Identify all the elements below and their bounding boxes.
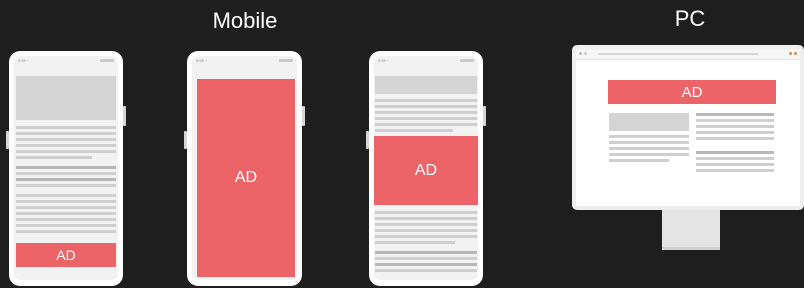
side-button <box>123 106 126 126</box>
ad-top-banner[interactable]: AD <box>608 80 776 104</box>
status-time: 9:59 ⁃ <box>196 58 207 63</box>
text-line <box>375 263 477 266</box>
text-line <box>696 131 774 134</box>
text-line <box>375 117 477 120</box>
status-bar: 9:59 ⁃ <box>14 56 118 66</box>
text-line <box>696 137 774 140</box>
text-line <box>16 156 92 159</box>
side-button <box>6 131 9 149</box>
browser-dot <box>794 52 797 55</box>
status-time: 9:59 ⁃ <box>378 58 389 63</box>
text-line <box>609 147 689 150</box>
text-line <box>375 211 477 214</box>
text-line <box>375 251 477 254</box>
text-line <box>16 218 116 221</box>
window-dot <box>579 52 582 55</box>
text-line <box>16 184 116 187</box>
image-placeholder <box>375 76 477 94</box>
text-line <box>16 132 116 135</box>
text-line <box>16 166 116 169</box>
text-line <box>16 138 116 141</box>
status-icons <box>279 59 293 62</box>
text-line <box>16 144 116 147</box>
text-line <box>16 224 116 227</box>
text-line <box>375 257 477 260</box>
text-line <box>696 169 774 172</box>
text-line <box>16 178 116 181</box>
text-line <box>16 150 116 153</box>
text-line <box>696 157 774 160</box>
monitor-stand <box>662 210 720 250</box>
text-line <box>696 125 774 128</box>
phone-screen: 9:59 ⁃ AD <box>14 56 118 280</box>
pc-monitor: AD <box>572 45 804 210</box>
stand-base <box>662 247 720 250</box>
status-bar: 9:59 ⁃ <box>192 56 297 66</box>
ad-fullscreen[interactable]: AD <box>197 79 295 277</box>
ad-banner[interactable]: AD <box>16 243 116 267</box>
text-line <box>16 172 116 175</box>
phone-bottom-ad: 9:59 ⁃ AD <box>6 51 126 286</box>
text-line <box>375 223 477 226</box>
side-button <box>184 131 187 149</box>
phone-incontent-ad: 9:59 ⁃ AD <box>366 51 486 286</box>
text-line <box>16 200 116 203</box>
image-placeholder <box>609 113 689 131</box>
text-line <box>16 206 116 209</box>
side-button <box>302 106 305 126</box>
browser-dot <box>789 52 792 55</box>
text-line <box>375 235 477 238</box>
mobile-heading: Mobile <box>212 8 278 33</box>
text-line <box>609 159 669 162</box>
ad-incontent[interactable]: AD <box>374 136 478 205</box>
text-line <box>375 229 477 232</box>
status-icons <box>100 59 114 62</box>
status-time: 9:59 ⁃ <box>18 58 29 63</box>
pc-heading: PC <box>674 6 706 31</box>
text-line <box>609 135 689 138</box>
phone-screen: 9:59 ⁃ AD <box>374 56 478 280</box>
text-line <box>609 141 689 144</box>
text-line <box>375 111 477 114</box>
text-line <box>609 153 689 156</box>
browser-bar <box>576 49 800 60</box>
text-line <box>16 126 116 129</box>
text-line <box>375 99 477 102</box>
image-placeholder <box>16 76 116 120</box>
text-line <box>375 269 477 272</box>
text-line <box>16 230 116 233</box>
text-line <box>16 194 116 197</box>
text-line <box>696 163 774 166</box>
status-icons <box>460 59 474 62</box>
text-line <box>16 212 116 215</box>
text-line <box>375 105 477 108</box>
text-line <box>696 119 774 122</box>
status-bar: 9:59 ⁃ <box>374 56 478 66</box>
text-line <box>696 113 774 116</box>
monitor-screen: AD <box>576 49 800 206</box>
phone-fullscreen-ad: 9:59 ⁃ AD <box>184 51 305 286</box>
text-line <box>375 123 477 126</box>
phone-screen: 9:59 ⁃ AD <box>192 56 297 280</box>
window-dot <box>584 52 587 55</box>
side-button <box>366 131 369 149</box>
side-button <box>483 106 486 126</box>
text-line <box>375 129 453 132</box>
address-bar <box>598 53 758 55</box>
text-line <box>375 217 477 220</box>
text-line <box>375 241 455 244</box>
text-line <box>696 151 774 154</box>
